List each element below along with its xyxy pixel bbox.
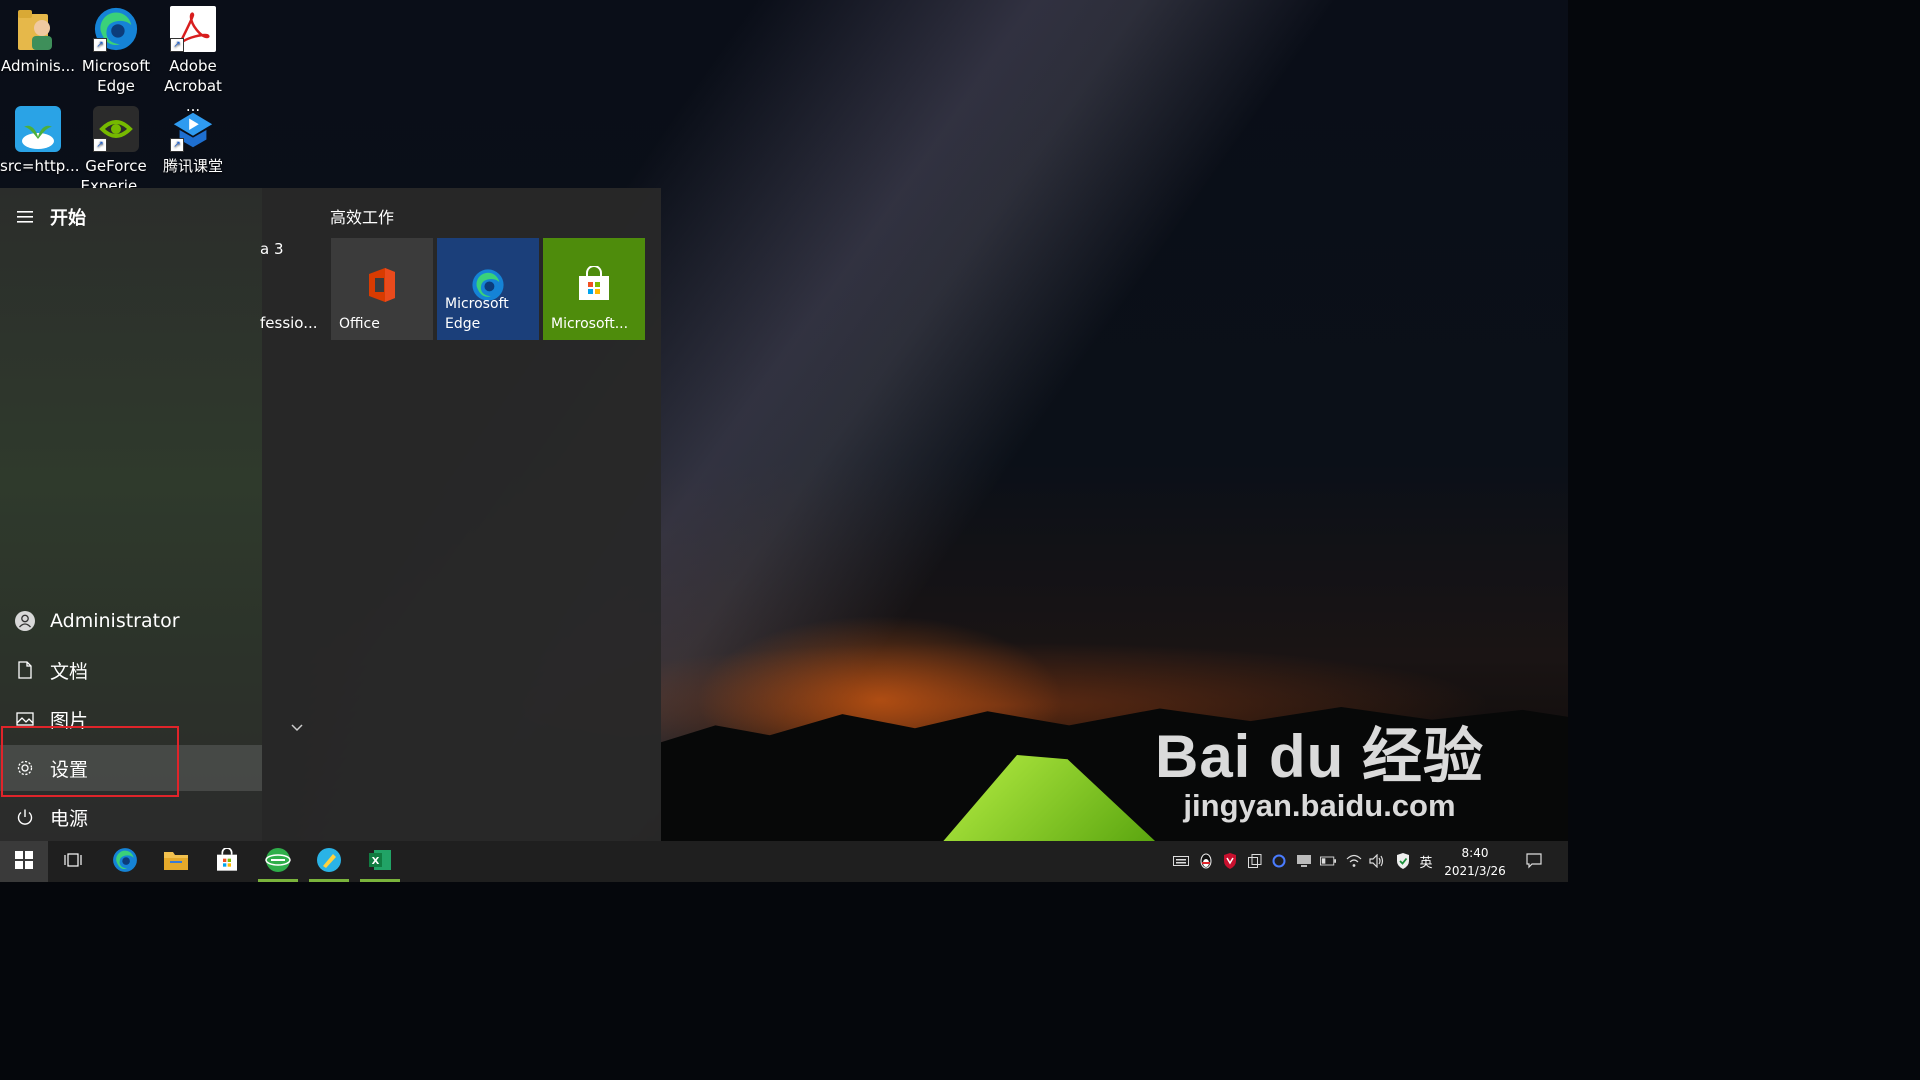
desktop-icon-label: GeForce Experie... — [80, 157, 152, 188]
nav-documents[interactable]: 文档 — [0, 647, 262, 693]
settings-highlight-box — [1, 726, 179, 797]
user-folder-icon — [15, 6, 61, 52]
windows-logo-icon — [15, 850, 33, 873]
desktop-icon-edge[interactable]: ↗ Microsoft Edge — [78, 0, 154, 96]
tile-label: Microsoft... — [551, 316, 629, 332]
clock-time: 8:40 — [1461, 846, 1489, 860]
taskbar-file-explorer[interactable] — [152, 841, 200, 882]
notification-icon[interactable] — [1526, 852, 1542, 870]
globe-browser-icon — [265, 847, 291, 877]
edge-icon: ↗ — [93, 6, 139, 52]
pen-app-icon — [316, 847, 342, 877]
tile-store[interactable]: Microsoft... — [543, 238, 645, 340]
hamburger-icon[interactable] — [0, 211, 50, 223]
tile-group-title[interactable]: 高效工作 — [330, 204, 394, 228]
desktop-icon-label: 腾讯课堂 — [162, 157, 223, 175]
desktop-icon-geforce[interactable]: ↗ GeForce Experie... — [78, 100, 154, 188]
taskbar-excel[interactable]: X — [356, 841, 404, 882]
taskbar: X 英 — [0, 841, 1568, 882]
start-header[interactable]: 开始 — [0, 194, 262, 240]
store-icon — [543, 266, 645, 302]
baidu-watermark: Bai du 经验 jingyan.baidu.com — [1155, 725, 1484, 823]
desktop-icon-label: Adminis... — [0, 57, 76, 75]
chevron-down-icon[interactable] — [290, 718, 304, 737]
task-view-button[interactable] — [50, 841, 98, 882]
security-shield-icon[interactable] — [1395, 852, 1411, 870]
taskbar-store[interactable] — [203, 841, 251, 882]
volume-icon[interactable] — [1369, 852, 1385, 870]
task-view-icon — [64, 852, 84, 872]
tile-label: Office — [339, 316, 380, 332]
desktop-icon-acrobat[interactable]: ↗ Adobe Acrobat ... — [155, 0, 231, 116]
nav-power-label: 电源 — [50, 807, 89, 830]
nvidia-icon: ↗ — [93, 106, 139, 152]
display-icon[interactable] — [1296, 852, 1312, 870]
user-avatar-icon — [0, 610, 50, 632]
input-language-indicator[interactable]: 英 — [1418, 852, 1434, 871]
picture-icon — [0, 712, 50, 726]
desktop-icon-administrator[interactable]: Adminis... — [0, 0, 76, 76]
qq-penguin-icon[interactable] — [1198, 852, 1214, 870]
folder-icon — [163, 849, 189, 875]
watermark-url: jingyan.baidu.com — [1183, 788, 1456, 823]
taskbar-pen-app[interactable] — [305, 841, 353, 882]
image-file-icon — [15, 106, 61, 152]
watermark-brand: Bai du 经验 — [1154, 723, 1484, 790]
nav-documents-label: 文档 — [50, 660, 89, 683]
desktop-icon-tencent-class[interactable]: ↗ 腾讯课堂 — [155, 100, 231, 176]
taskbar-clock[interactable]: 8:40 2021/3/26 — [1444, 844, 1506, 880]
desktop-icon-label: Microsoft Edge — [81, 57, 151, 95]
tile-label: Microsoft Edge — [445, 296, 509, 332]
power-icon — [0, 808, 50, 826]
app-list-item-partial[interactable]: fessio... — [260, 314, 318, 332]
tile-edge[interactable]: Microsoft Edge — [437, 238, 539, 340]
store-icon — [215, 846, 239, 876]
desktop-icon-src[interactable]: src=http... — [0, 100, 80, 176]
start-title: 开始 — [50, 208, 86, 229]
tencent-class-icon: ↗ — [170, 106, 216, 152]
nav-power[interactable]: 电源 — [0, 794, 262, 840]
svg-text:X: X — [372, 856, 380, 867]
copy-window-icon[interactable] — [1247, 852, 1263, 870]
keyboard-icon[interactable] — [1173, 852, 1189, 870]
shortcut-arrow-icon: ↗ — [170, 138, 184, 152]
battery-icon[interactable] — [1320, 852, 1336, 870]
shortcut-arrow-icon: ↗ — [93, 38, 107, 52]
taskbar-browser-app[interactable] — [254, 841, 302, 882]
taskbar-edge[interactable] — [101, 841, 149, 882]
app-list-item-partial[interactable]: a 3 — [260, 240, 284, 258]
tile-office[interactable]: Office — [331, 238, 433, 340]
nav-user-label: Administrator — [50, 610, 180, 632]
clock-date: 2021/3/26 — [1444, 864, 1506, 878]
shortcut-arrow-icon: ↗ — [170, 38, 184, 52]
circle-app-icon[interactable] — [1271, 852, 1287, 870]
desktop-icon-label: src=http... — [0, 157, 80, 175]
document-icon — [0, 661, 50, 679]
office-icon — [331, 266, 433, 304]
edge-icon — [112, 847, 138, 877]
acrobat-icon: ↗ — [170, 6, 216, 52]
wifi-icon[interactable] — [1346, 852, 1362, 870]
nav-user[interactable]: Administrator — [0, 598, 262, 644]
excel-icon: X — [368, 849, 392, 875]
shortcut-arrow-icon: ↗ — [93, 138, 107, 152]
mcafee-shield-icon[interactable] — [1222, 852, 1238, 870]
start-button[interactable] — [0, 841, 48, 882]
